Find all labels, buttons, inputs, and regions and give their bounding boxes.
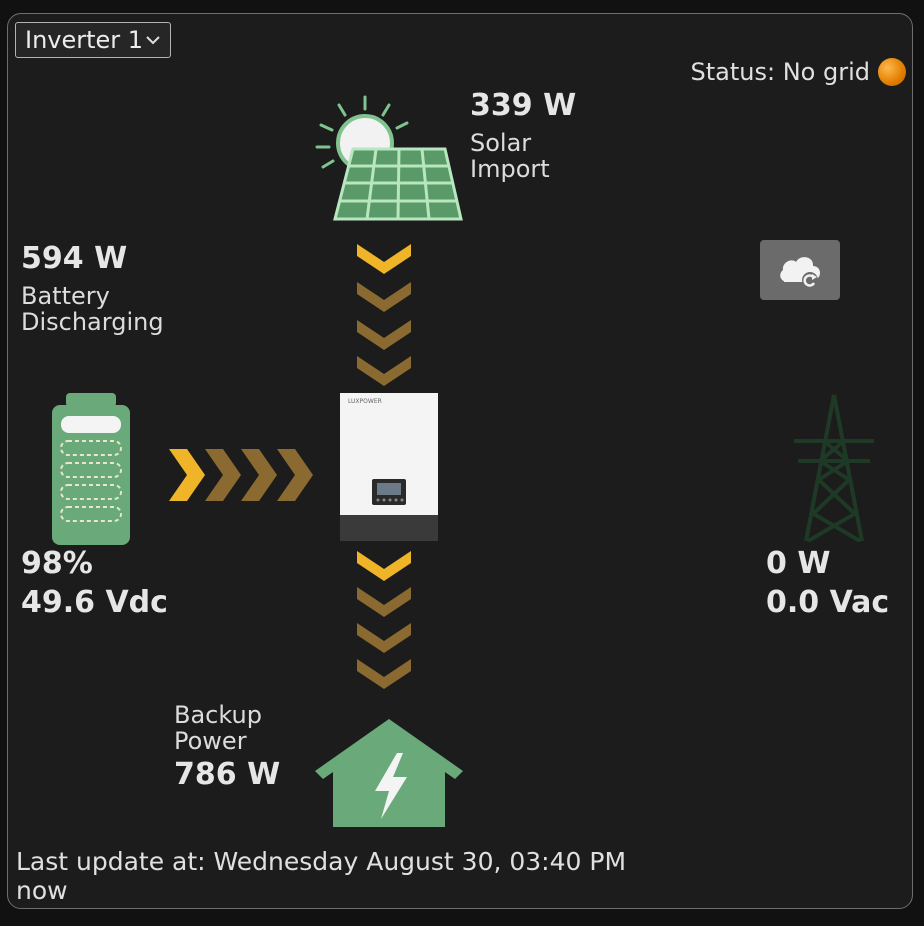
backup-label-line1: Backup — [174, 701, 262, 729]
grid-voltage: 0.0 Vac — [766, 585, 890, 620]
solar-label-line1: Solar — [470, 129, 532, 157]
last-update-text: Last update at: Wednesday August 30, 03:… — [16, 847, 627, 876]
solar-flow-arrows — [357, 244, 411, 386]
inverter-select-value: Inverter 1 — [25, 26, 144, 54]
cloud-refresh-button[interactable] — [760, 240, 840, 300]
battery-soc: 98% — [21, 546, 93, 581]
solar-power-value: 339 W — [470, 88, 577, 123]
footer: Last update at: Wednesday August 30, 03:… — [16, 847, 627, 906]
battery-icon — [52, 393, 130, 545]
solar-label-line2: Import — [470, 155, 550, 183]
status-dot-icon — [878, 58, 906, 86]
battery-power-value: 594 W — [21, 241, 128, 276]
status-text: Status: No grid — [690, 58, 870, 86]
backup-flow-arrows — [357, 551, 411, 689]
last-update-relative: now — [16, 875, 68, 905]
status-indicator: Status: No grid — [691, 58, 906, 86]
battery-voltage: 49.6 Vdc — [21, 585, 168, 620]
battery-label-line2: Discharging — [21, 308, 164, 336]
cloud-refresh-icon — [780, 257, 821, 288]
battery-label-line1: Battery — [21, 282, 110, 310]
chevron-down-icon — [146, 36, 160, 45]
backup-power-value: 786 W — [174, 757, 281, 792]
grid-tower-icon — [794, 394, 874, 543]
inverter-select[interactable]: Inverter 1 — [15, 22, 171, 58]
battery-flow-arrows — [169, 449, 313, 501]
backup-label-line2: Power — [174, 727, 247, 755]
inverter-brand: LUXPOWER — [348, 398, 382, 405]
inverter-icon: LUXPOWER — [340, 393, 438, 541]
house-icon — [315, 719, 463, 827]
solar-panel-icon — [315, 95, 463, 221]
grid-power-value: 0 W — [766, 546, 831, 581]
